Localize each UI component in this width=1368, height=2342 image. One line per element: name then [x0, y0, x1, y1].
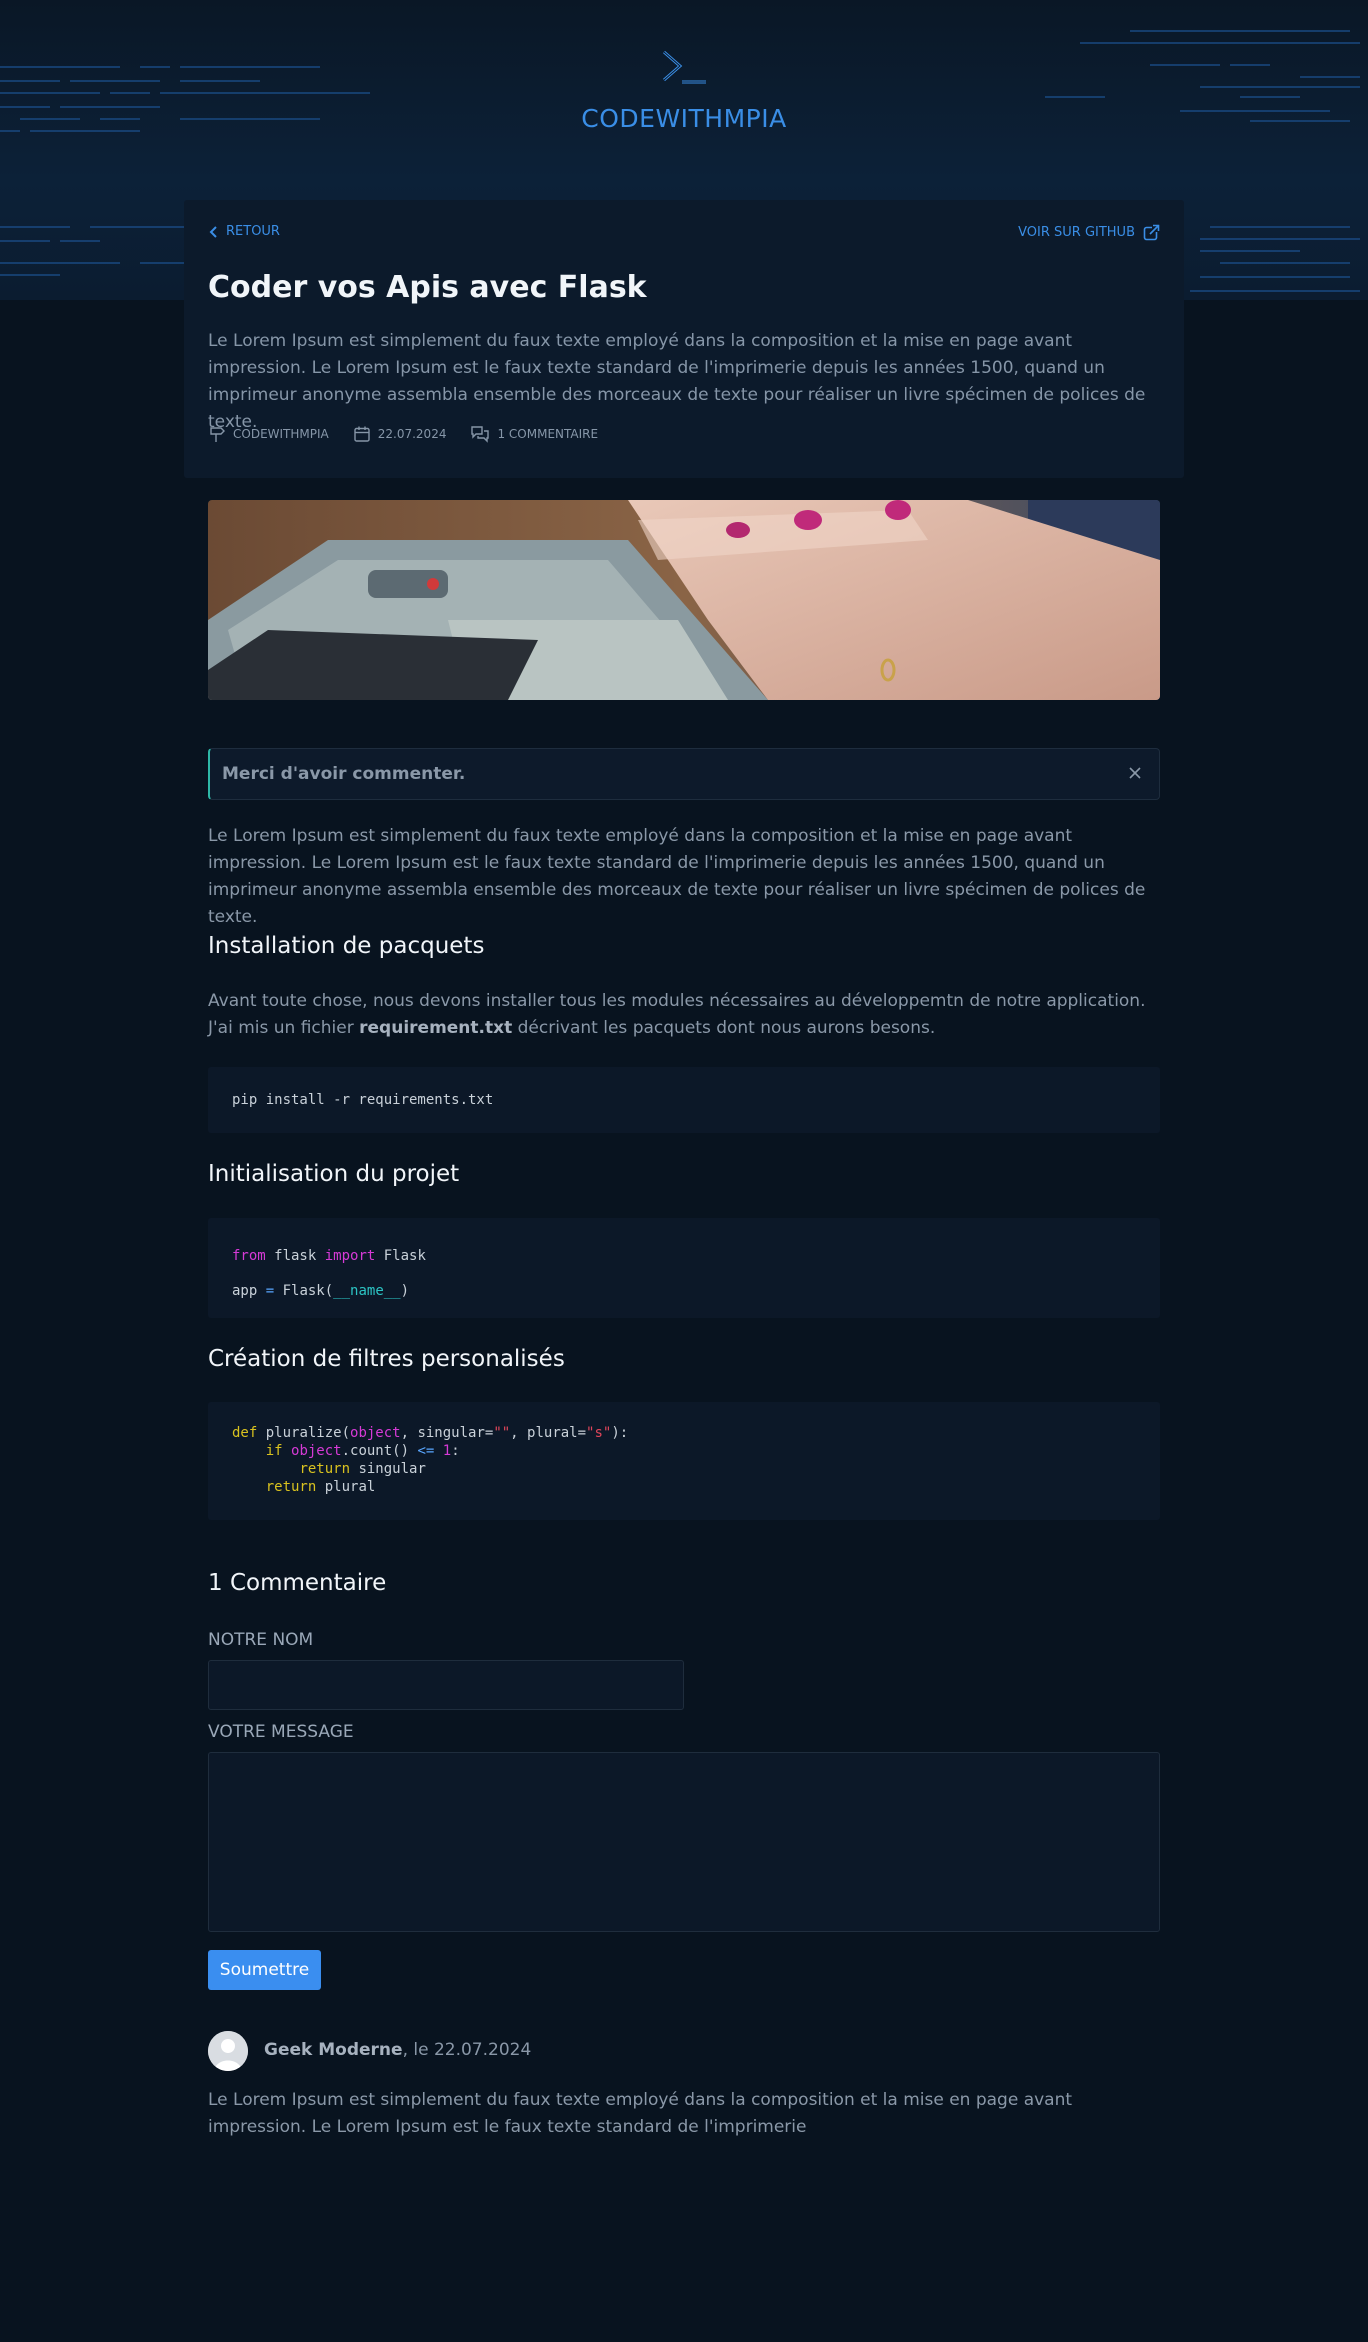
code-block-pluralize: def pluralize(object, singular="", plura…: [208, 1402, 1160, 1520]
code-line-decoration: [1200, 276, 1350, 278]
meta-date: 22.07.2024: [353, 425, 447, 443]
message-textarea[interactable]: [208, 1752, 1160, 1932]
code-token: object: [350, 1425, 401, 1441]
code-line-decoration: [1080, 42, 1360, 44]
code-line-decoration: [140, 262, 190, 264]
code-token: "s": [586, 1425, 612, 1441]
code-token: ):: [611, 1425, 629, 1441]
article-cover-image: [208, 500, 1160, 700]
code-token: , plural=: [510, 1425, 587, 1441]
code-token: return: [299, 1461, 351, 1477]
section-title-filters: Création de filtres personalisés: [208, 1346, 565, 1372]
avatar: [208, 2031, 248, 2071]
code-token: def: [232, 1425, 258, 1441]
code-line-decoration: [1200, 238, 1360, 240]
installation-paragraph: Avant toute chose, nous devons installer…: [208, 988, 1160, 1042]
code-token: :: [451, 1443, 460, 1459]
message-label: VOTRE MESSAGE: [208, 1722, 354, 1742]
code-line-decoration: [1130, 30, 1350, 32]
code-token: app: [232, 1283, 266, 1299]
installation-text-after: décrivant les pacquets dont nous aurons …: [512, 1018, 936, 1038]
terminal-prompt-icon: [660, 48, 708, 90]
comments-heading: 1 Commentaire: [208, 1570, 387, 1596]
name-label: NOTRE NOM: [208, 1630, 314, 1650]
section-title-initialisation: Initialisation du projet: [208, 1161, 460, 1187]
code-line-decoration: [0, 240, 50, 242]
brand-name: CODEWITHMPIA: [581, 104, 787, 133]
github-link[interactable]: VOIR SUR GITHUB: [1018, 224, 1160, 241]
close-icon[interactable]: [1125, 763, 1145, 787]
code-token: from: [232, 1248, 266, 1264]
code-token: singular: [350, 1461, 426, 1477]
meta-author-text: CODEWITHMPIA: [233, 427, 329, 441]
code-token: 1: [442, 1443, 452, 1459]
github-label: VOIR SUR GITHUB: [1018, 225, 1135, 240]
intro-paragraph: Le Lorem Ipsum est simplement du faux te…: [208, 826, 1146, 927]
article-title: Coder vos Apis avec Flask: [208, 270, 647, 305]
code-token: , singular=: [400, 1425, 494, 1441]
chat-bubbles-icon: [471, 426, 490, 443]
comment-text: Le Lorem Ipsum est simplement du faux te…: [208, 2090, 1073, 2137]
code-block-flask-init: from flask import Flask app = Flask(__na…: [208, 1218, 1160, 1318]
article-lead: Le Lorem Ipsum est simplement du faux te…: [208, 331, 1146, 432]
code-line-decoration: [1220, 262, 1350, 264]
external-link-icon: [1143, 224, 1160, 241]
alert-message: Merci d'avoir commenter.: [222, 764, 466, 784]
code-token: import: [324, 1248, 376, 1264]
code-line-decoration: [1190, 290, 1360, 292]
code-token: object: [291, 1443, 342, 1459]
section-title-installation: Installation de pacquets: [208, 933, 485, 959]
brand[interactable]: CODEWITHMPIA: [0, 48, 1368, 133]
article-meta: CODEWITHMPIA 22.07.2024 1 COMMENTAIRE: [208, 425, 598, 443]
code-line-decoration: [0, 274, 60, 276]
meta-comments[interactable]: 1 COMMENTAIRE: [470, 425, 598, 443]
code-token: <=: [417, 1443, 435, 1459]
code-token: "": [493, 1425, 511, 1441]
code-line-decoration: [0, 262, 120, 264]
code-line-decoration: [1210, 226, 1350, 228]
code-token: return: [265, 1479, 317, 1495]
meta-author: CODEWITHMPIA: [208, 425, 329, 443]
code-token: pluralize(: [257, 1425, 351, 1441]
code-token: Flask(: [274, 1283, 334, 1299]
code-token: =: [265, 1283, 275, 1299]
name-input[interactable]: [208, 1660, 684, 1710]
signpost-icon: [210, 427, 225, 442]
code-token: __name__: [333, 1283, 401, 1299]
calendar-icon: [354, 426, 370, 442]
code-token: plural: [316, 1479, 376, 1495]
comment-header: Geek Moderne, le 22.07.2024: [264, 2040, 531, 2060]
requirements-filename: requirement.txt: [359, 1018, 513, 1038]
back-label: RETOUR: [226, 224, 280, 239]
code-line-decoration: [0, 226, 70, 228]
code-token: flask: [265, 1248, 325, 1264]
chevron-left-icon: [209, 225, 217, 238]
code-block-pip: pip install -r requirements.txt: [208, 1067, 1160, 1133]
code-token: ): [400, 1283, 410, 1299]
code-token: Flask: [375, 1248, 426, 1264]
code-line-decoration: [60, 240, 100, 242]
code-token: if: [265, 1443, 283, 1459]
article-header-card: RETOUR VOIR SUR GITHUB Coder vos Apis av…: [184, 200, 1184, 478]
meta-comments-text: 1 COMMENTAIRE: [497, 427, 599, 441]
comment-author: Geek Moderne: [264, 2040, 403, 2060]
back-link[interactable]: RETOUR: [208, 224, 280, 239]
meta-date-text: 22.07.2024: [377, 427, 447, 441]
code-token: .count(): [341, 1443, 418, 1459]
code-line-decoration: [1200, 250, 1300, 252]
code-pip-line: pip install -r requirements.txt: [232, 1092, 494, 1108]
submit-button[interactable]: Soumettre: [208, 1950, 321, 1990]
success-alert: Merci d'avoir commenter.: [208, 748, 1160, 800]
comment-date: , le 22.07.2024: [402, 2040, 532, 2060]
